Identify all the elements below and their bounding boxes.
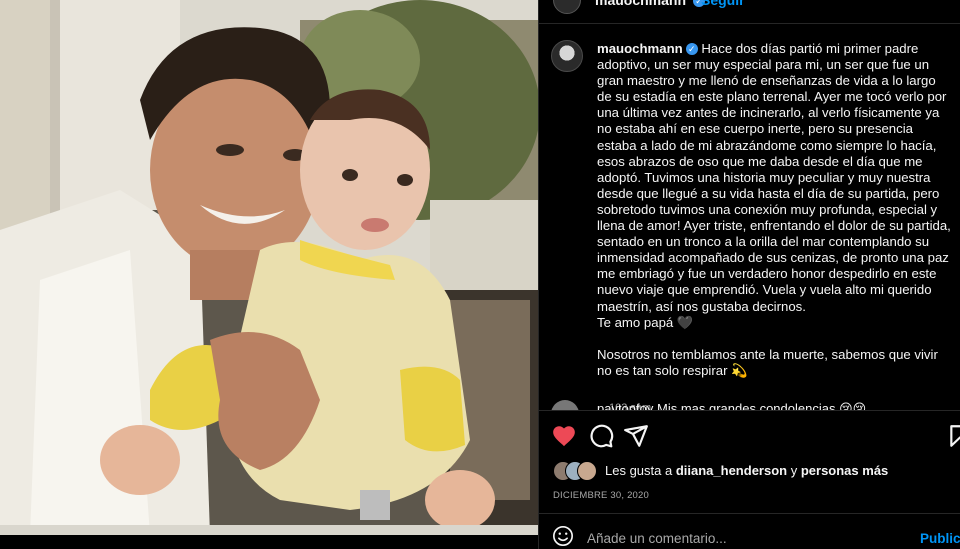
post-header: mauochmann ✓ Seguir [539, 0, 960, 24]
caption-line-love: Te amo papá 🖤 [597, 314, 694, 330]
actions-section: Les gusta a diiana_henderson y personas … [539, 410, 960, 548]
photo-bottom-edge [0, 535, 538, 549]
send-icon[interactable] [623, 423, 649, 449]
comment-row: paytonfoy Mis mas grandes condolencias 😢… [551, 398, 951, 410]
likes-prefix: Les gusta a [605, 462, 673, 478]
add-comment-bar: Añade un comentario... Publicar [539, 513, 960, 549]
caption-spacer [597, 331, 953, 347]
photo-image [0, 0, 538, 535]
verified-badge-icon: ✓ [685, 43, 698, 55]
post-detail-panel: mauochmann ✓ Seguir mauochmann ✓ Hace dos… [538, 0, 960, 549]
likes-others[interactable]: personas más [801, 463, 888, 478]
heart-filled-icon[interactable] [551, 423, 577, 449]
caption-paragraph: mauochmann ✓ Hace dos días partió mi prim… [597, 41, 953, 315]
caption-line-quote: Nosotros no temblamos ante la muerte, sa… [597, 346, 938, 378]
post-photo[interactable] [0, 0, 538, 535]
header-username-text[interactable]: mauochmann [595, 0, 686, 8]
post-date[interactable]: DICIEMBRE 30, 2020 [553, 490, 649, 501]
liker-avatar [577, 461, 597, 481]
likes-user[interactable]: diiana_henderson [676, 463, 787, 478]
caption-avatar[interactable] [551, 40, 583, 72]
comment-avatar[interactable] [551, 400, 579, 410]
caption-text-block: mauochmann ✓ Hace dos días partió mi prim… [597, 41, 953, 379]
comment-text: paytonfoy Mis mas grandes condolencias 😢… [597, 401, 867, 410]
emoji-icon[interactable] [552, 525, 574, 547]
comment-icon[interactable] [588, 423, 614, 449]
caption-body: Hace dos días partió mi primer padre ado… [597, 41, 951, 314]
header-avatar[interactable] [553, 0, 581, 14]
likes-line: Les gusta a diiana_henderson y personas … [553, 460, 888, 481]
follow-button[interactable]: Seguir [701, 0, 745, 8]
bookmark-icon[interactable] [947, 423, 960, 449]
liker-avatars [553, 461, 597, 481]
comment-input[interactable]: Añade un comentario... [587, 531, 727, 546]
post-comment-button[interactable]: Publicar [920, 531, 960, 546]
caption-username[interactable]: mauochmann [597, 41, 683, 56]
header-username[interactable]: mauochmann ✓ [595, 0, 705, 8]
likes-middle: y [790, 462, 798, 478]
